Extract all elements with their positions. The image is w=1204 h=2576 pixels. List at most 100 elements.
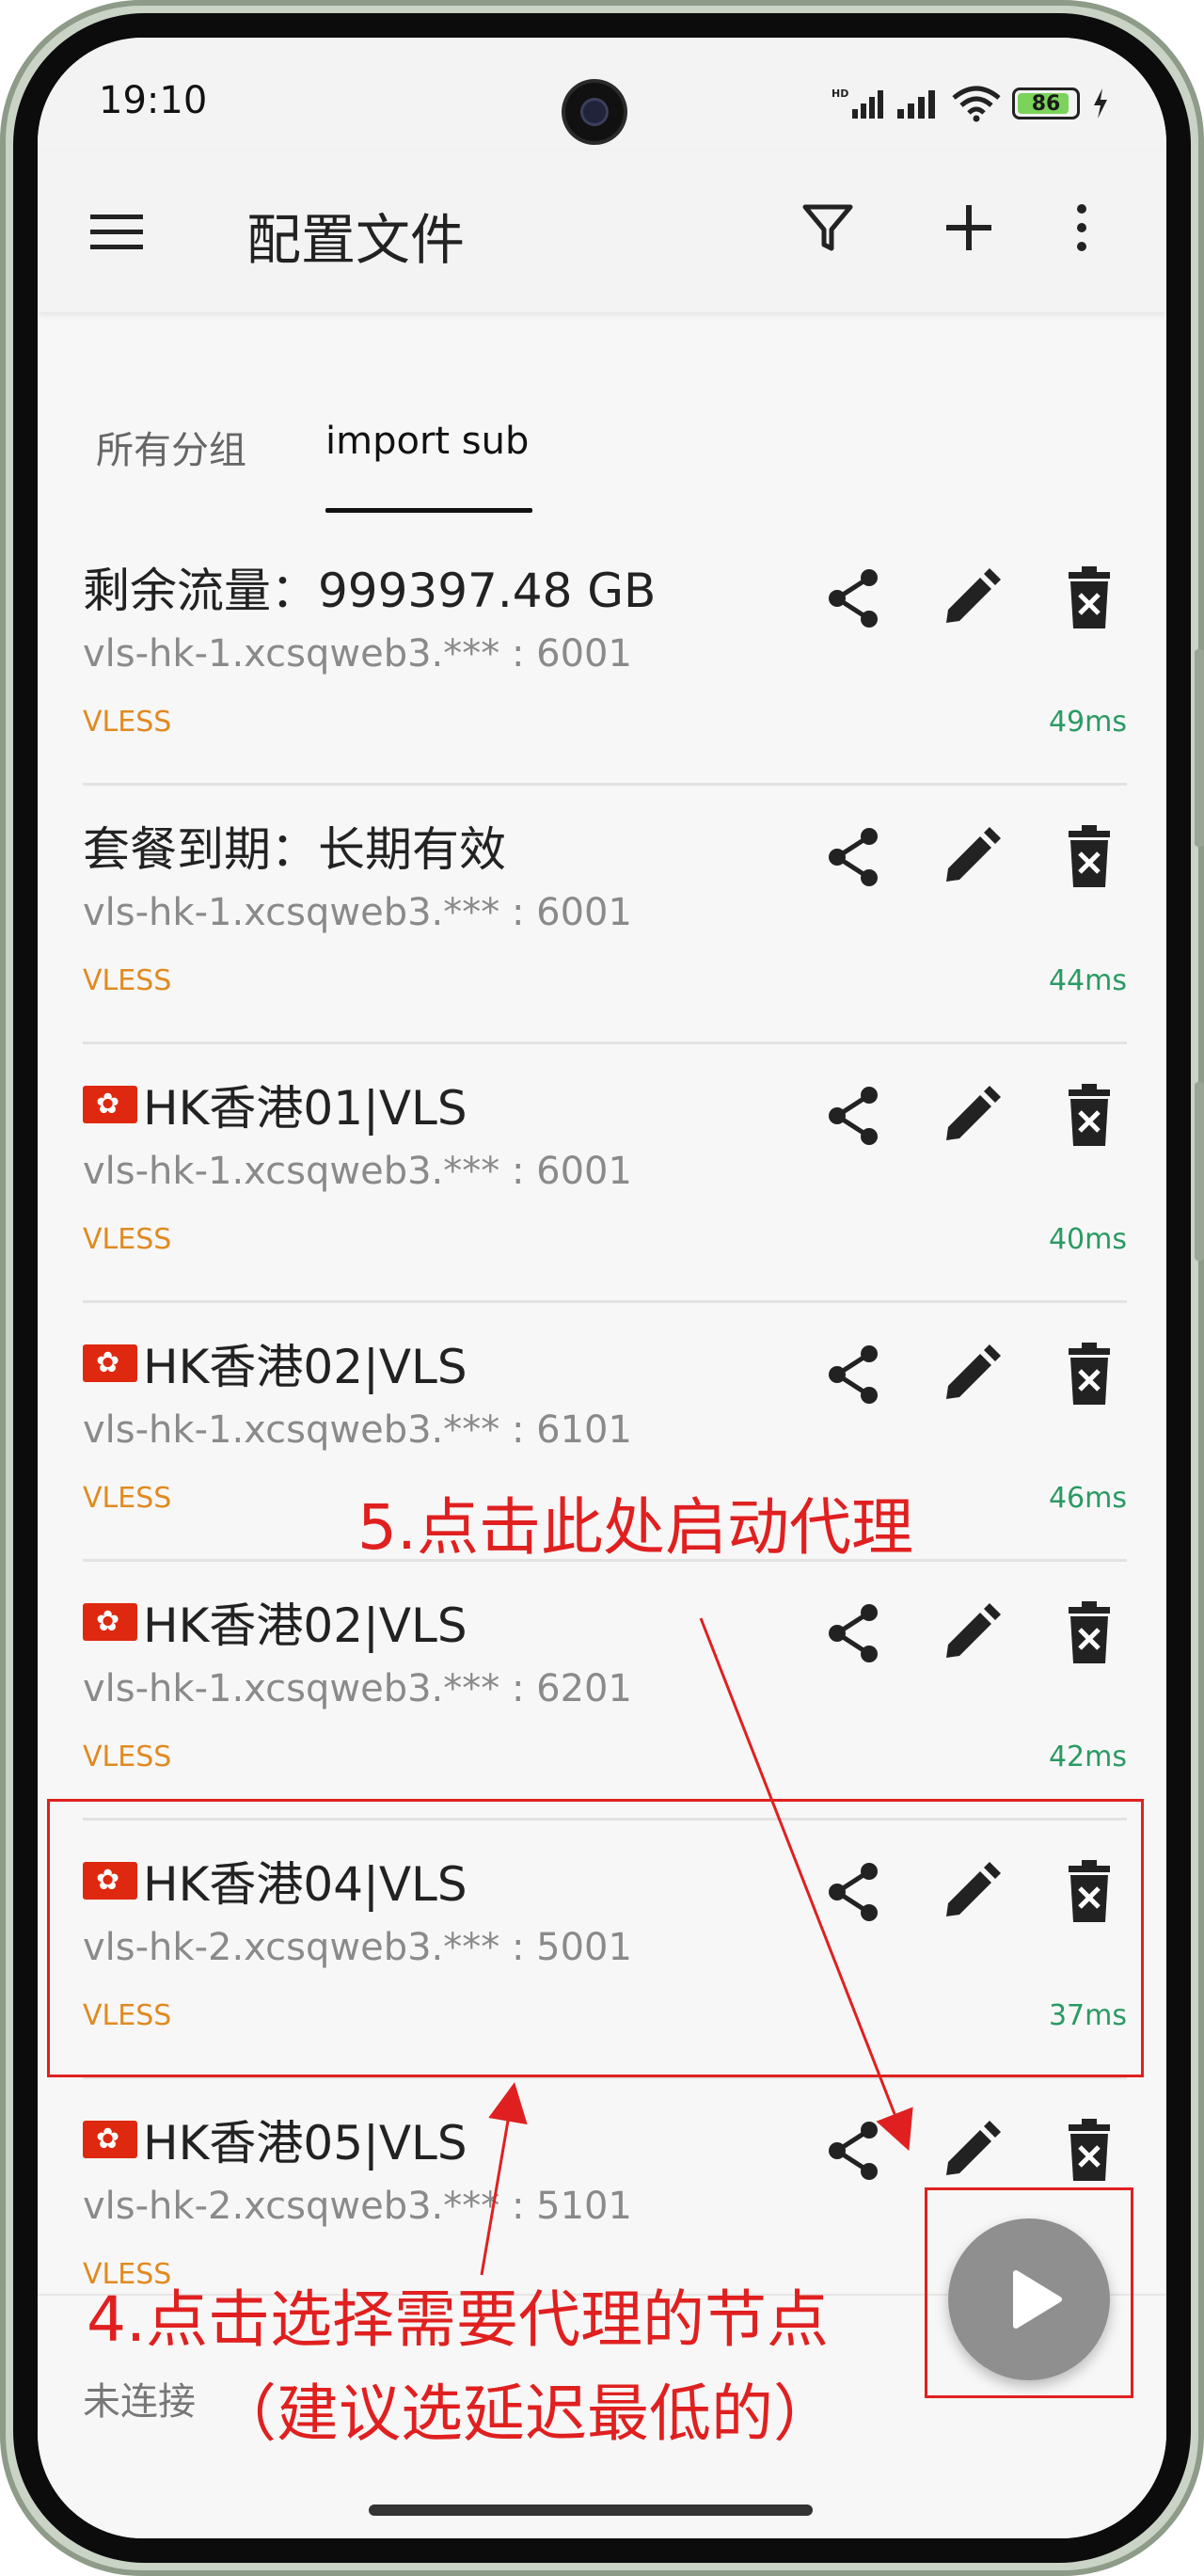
battery-icon: 86 — [1012, 87, 1080, 119]
server-latency: 49ms — [1048, 706, 1127, 739]
share-button[interactable] — [820, 1082, 888, 1150]
more-vert-icon — [1077, 204, 1086, 251]
server-title: HK香港02|VLS — [83, 1588, 467, 1656]
annotation-step4-note: （建议选延迟最低的） — [214, 2377, 835, 2450]
edit-icon — [946, 568, 1001, 623]
server-name: HK香港02|VLS — [143, 1598, 467, 1653]
status-time: 19:10 — [99, 79, 208, 122]
delete-button[interactable] — [1055, 1599, 1123, 1667]
server-row[interactable]: HK香港02|VLS vls-hk-1.xcsqweb3.*** : 6201 VL… — [38, 1562, 1166, 1821]
delete-icon — [1069, 1343, 1110, 1405]
server-protocol: VLESS — [83, 706, 172, 739]
server-address: vls-hk-1.xcsqweb3.*** : 6101 — [83, 1408, 632, 1452]
add-button[interactable] — [939, 198, 999, 258]
server-title: 套餐到期：长期有效 — [83, 812, 506, 880]
annotation-step5: 5.点击此处启动代理 — [357, 1491, 913, 1564]
share-icon — [829, 1604, 878, 1662]
charging-icon — [1094, 88, 1107, 119]
tab-all-groups[interactable]: 所有分组 — [96, 420, 246, 474]
connection-status: 未连接 — [83, 2380, 196, 2424]
screen: 19:10 HD 86 配置文件 所有分组 import sub 剩余流量：99… — [38, 38, 1166, 2538]
edit-button[interactable] — [937, 564, 1005, 632]
delete-icon — [1069, 2119, 1110, 2181]
server-row[interactable]: HK香港01|VLS vls-hk-1.xcsqweb3.*** : 6001 VL… — [38, 1044, 1166, 1303]
server-address: vls-hk-1.xcsqweb3.*** : 6001 — [83, 891, 632, 934]
more-options-button[interactable] — [1063, 198, 1101, 258]
delete-button[interactable] — [1055, 2117, 1123, 2185]
signal-icon — [897, 90, 935, 119]
server-actions — [820, 564, 1131, 640]
server-row[interactable]: 剩余流量：999397.48 GB vls-hk-1.xcsqweb3.*** :… — [38, 527, 1166, 786]
server-actions — [820, 823, 1131, 898]
server-protocol: VLESS — [83, 1482, 172, 1515]
server-protocol: VLESS — [83, 1741, 172, 1773]
annotation-fab-highlight — [925, 2187, 1133, 2398]
server-actions — [820, 1599, 1131, 1675]
server-address: vls-hk-1.xcsqweb3.*** : 6001 — [83, 632, 632, 676]
edit-button[interactable] — [937, 1599, 1005, 1667]
server-address: vls-hk-1.xcsqweb3.*** : 6001 — [83, 1150, 632, 1193]
hk-flag-icon — [83, 1344, 137, 1382]
add-icon — [946, 205, 991, 250]
home-indicator[interactable] — [369, 2504, 813, 2516]
edit-icon — [946, 827, 1001, 882]
server-latency: 44ms — [1048, 964, 1127, 997]
group-tabs: 所有分组 import sub — [38, 312, 1166, 527]
edit-button[interactable] — [937, 823, 1005, 891]
server-latency: 46ms — [1048, 1482, 1127, 1515]
server-name: 剩余流量：999397.48 GB — [83, 564, 657, 618]
share-button[interactable] — [820, 823, 888, 891]
server-protocol: VLESS — [83, 964, 172, 997]
status-icons: HD 86 — [832, 85, 1110, 122]
server-title: 剩余流量：999397.48 GB — [83, 553, 656, 621]
server-latency: 42ms — [1048, 1741, 1127, 1773]
share-button[interactable] — [820, 564, 888, 632]
annotation-node-highlight — [47, 1799, 1144, 2077]
filter-icon — [802, 204, 853, 251]
server-title: HK香港05|VLS — [83, 2106, 467, 2173]
power-button — [1195, 1082, 1204, 1261]
hk-flag-icon — [83, 1603, 137, 1641]
filter-button[interactable] — [798, 198, 858, 258]
delete-button[interactable] — [1055, 1082, 1123, 1150]
delete-icon — [1069, 1601, 1110, 1663]
delete-icon — [1069, 825, 1110, 887]
hk-flag-icon — [83, 2121, 137, 2158]
server-name: HK香港02|VLS — [143, 1340, 467, 1394]
wifi-icon — [952, 86, 1001, 122]
menu-button[interactable] — [87, 201, 147, 262]
edit-button[interactable] — [937, 1341, 1005, 1408]
share-icon — [829, 1345, 878, 1404]
server-actions — [820, 1082, 1131, 1157]
server-protocol: VLESS — [83, 1223, 172, 1256]
delete-button[interactable] — [1055, 1341, 1123, 1408]
server-address: vls-hk-2.xcsqweb3.*** : 5101 — [83, 2185, 632, 2228]
edit-icon — [946, 2121, 1001, 2175]
share-button[interactable] — [820, 1341, 888, 1408]
app-bar: 配置文件 — [38, 151, 1166, 312]
menu-icon — [90, 215, 143, 249]
hd-signal-icon: HD — [832, 87, 883, 119]
delete-button[interactable] — [1055, 823, 1123, 891]
server-name: 套餐到期：长期有效 — [83, 822, 506, 877]
server-row[interactable]: 套餐到期：长期有效 vls-hk-1.xcsqweb3.*** : 6001 VLE… — [38, 786, 1166, 1044]
server-title: HK香港02|VLS — [83, 1329, 467, 1397]
server-actions — [820, 1341, 1131, 1416]
server-name: HK香港01|VLS — [143, 1081, 467, 1136]
hk-flag-icon — [83, 1086, 137, 1123]
tab-indicator — [325, 508, 532, 513]
share-button[interactable] — [820, 2117, 888, 2185]
tab-import-sub[interactable]: import sub — [325, 420, 529, 463]
server-name: HK香港05|VLS — [143, 2116, 467, 2171]
delete-button[interactable] — [1055, 564, 1123, 632]
share-button[interactable] — [820, 1599, 888, 1667]
edit-button[interactable] — [937, 2117, 1005, 2185]
battery-level: 86 — [1031, 91, 1061, 116]
edit-icon — [946, 1344, 1001, 1399]
delete-icon — [1069, 566, 1110, 628]
front-camera — [565, 83, 624, 141]
edit-button[interactable] — [937, 1082, 1005, 1150]
volume-button — [1195, 649, 1204, 847]
share-icon — [829, 828, 878, 886]
server-address: vls-hk-1.xcsqweb3.*** : 6201 — [83, 1667, 632, 1710]
